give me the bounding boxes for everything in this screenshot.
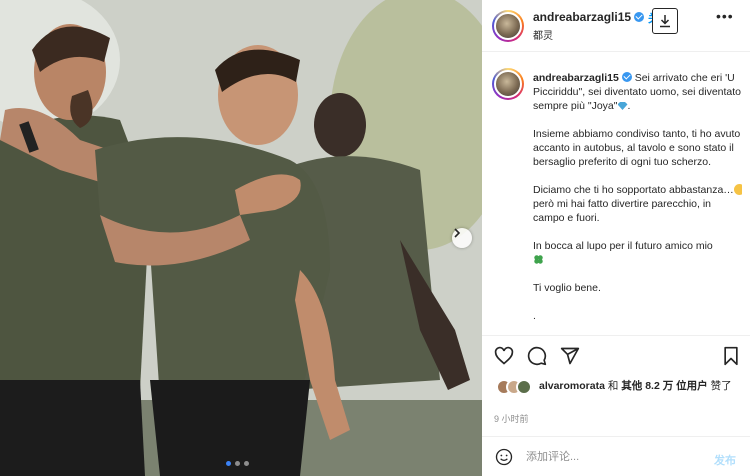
carousel-dot <box>244 461 249 466</box>
caption-line: Insieme abbiamo condiviso tanto, ti ho a… <box>533 128 741 168</box>
likes-suffix: 赞了 <box>707 380 732 392</box>
post-timestamp[interactable]: 9 小时前 <box>494 412 529 425</box>
location-link[interactable]: 都灵 <box>533 27 553 42</box>
carousel-dot <box>235 461 240 466</box>
caption-block: andreabarzagli15 Sei arrivato che eri 'U… <box>492 68 742 334</box>
avatar[interactable] <box>492 10 524 42</box>
caption-username[interactable]: andreabarzagli15 <box>533 72 619 84</box>
grin-emoji-icon <box>733 184 742 195</box>
comment-input[interactable] <box>526 447 696 467</box>
verified-badge-icon <box>621 72 632 82</box>
caption-line: però mi hai fatto divertire parecchio, i… <box>533 198 712 224</box>
caption-line: Diciamo che ti ho sopportato abbastanza… <box>533 184 734 196</box>
liker-avatars <box>496 379 540 395</box>
download-icon <box>660 15 670 28</box>
bookmark-icon[interactable] <box>722 346 740 366</box>
comment-icon[interactable] <box>527 346 547 366</box>
comment-bar: 发布 <box>482 436 750 476</box>
chevron-right-icon <box>454 228 461 238</box>
verified-badge-icon <box>634 12 645 22</box>
caption-text: andreabarzagli15 Sei arrivato che eri 'U… <box>533 71 742 334</box>
post-comment-button[interactable]: 发布 <box>714 452 736 468</box>
heart-icon[interactable] <box>494 346 514 366</box>
post-header: andreabarzagli15 关注 都灵 ••• <box>482 0 750 52</box>
carousel-indicator <box>226 461 249 466</box>
likes-connector: 和 <box>604 380 622 392</box>
gem-emoji-icon <box>617 102 628 110</box>
likes-text: alvaromorata 和 其他 8.2 万 位用户 赞了 <box>539 379 739 393</box>
caption-line: . <box>533 310 536 322</box>
caption-line: Ti voglio bene. <box>533 282 601 294</box>
other-likers-link[interactable]: 其他 8.2 万 位用户 <box>621 380 707 392</box>
post-side-panel: andreabarzagli15 关注 都灵 ••• andreabarzagl… <box>482 0 750 476</box>
training-photo-illustration <box>0 0 482 476</box>
next-slide-button[interactable] <box>452 228 472 248</box>
more-icon[interactable]: ••• <box>716 8 734 24</box>
avatar[interactable] <box>516 379 532 395</box>
avatar[interactable] <box>492 68 524 100</box>
smiley-icon[interactable] <box>495 448 513 466</box>
clover-emoji-icon <box>534 255 543 264</box>
username-link[interactable]: andreabarzagli15 <box>533 10 645 24</box>
caption-line: In bocca al lupo per il futuro amico mio <box>533 240 713 252</box>
send-icon[interactable] <box>560 346 580 366</box>
carousel-dot <box>226 461 231 466</box>
action-bar <box>482 335 750 377</box>
download-button[interactable] <box>652 8 678 34</box>
post-photo[interactable] <box>0 0 482 476</box>
liker-username-link[interactable]: alvaromorata <box>539 380 605 392</box>
